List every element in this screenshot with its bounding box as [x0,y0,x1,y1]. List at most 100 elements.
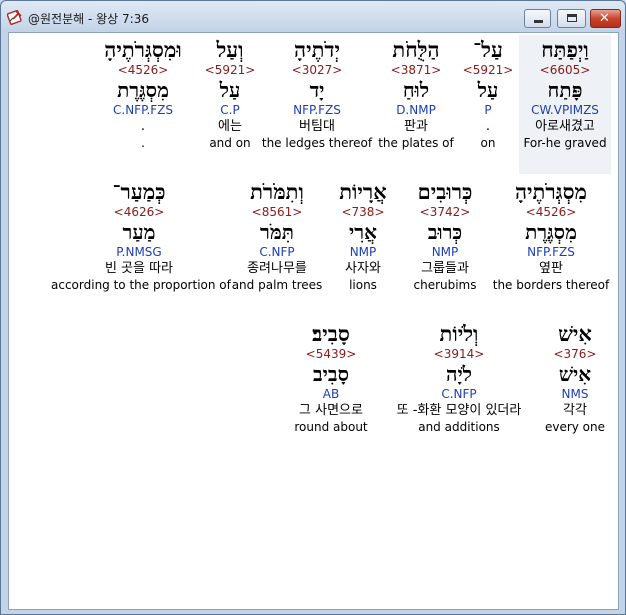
morphology: C.NFP [259,245,295,259]
hebrew-word: וְתִמֹּרֹת [250,179,304,204]
korean-gloss: 버팀대 [299,119,335,134]
korean-gloss: 판과 [404,119,428,134]
korean-gloss: 빈 곳을 따라 [104,261,174,276]
word-1-2[interactable]: עַל־ <5921> עַל P . on [459,37,517,152]
word-1-4[interactable]: יְדֹתֶיהָ <3027> יָד NFP.FZS 버팀대 the led… [261,37,373,152]
morphology: C.NFP [441,387,477,401]
english-gloss: round about [294,420,368,434]
word-3-1[interactable]: אִישׁ <376> אִישׁ NMS 각각 every one [539,321,611,436]
english-gloss: For-he graved [523,136,607,150]
english-gloss: every one [544,420,606,434]
strong-number: <3871> [390,63,442,77]
morphology: P.NMSG [116,245,162,259]
hebrew-word: וּמִסְגְּרֹתֶיהָ [104,37,182,62]
strong-number: <6605> [539,63,591,77]
lemma: עַל [477,78,499,102]
close-icon: ✕ [599,11,610,26]
lemma: אֲרִי [349,220,377,244]
english-gloss: on [480,136,496,150]
morphology: NFP.FZS [293,103,341,117]
word-1-3[interactable]: הַלֻּחֹת <3871> לוּחַ D.NMP 판과 the plate… [376,37,456,152]
strong-number: <4626> [113,205,165,219]
interlinear-panel[interactable]: וַיְפַתַּח <6605> פָּתַח CW.VPIMZS 아로새겼고… [8,32,619,610]
strong-number: <5439> [305,347,357,361]
strong-number: <3027> [291,63,343,77]
strong-number: <738> [341,205,385,219]
morphology: CW.VPIMZS [531,103,599,117]
hebrew-word: כְּמַעַר־ [112,179,166,204]
morphology: D.NMP [396,103,436,117]
word-3-3[interactable]: סָבִיב׃ <5439> סָבִיב AB 그 사면으로 round ab… [283,321,379,436]
word-1-5[interactable]: וְעַל <5921> עַל C.P 에는 and on [202,37,258,152]
hebrew-word: יְדֹתֶיהָ [294,37,340,62]
lemma: תִּמֹּר [260,220,294,244]
english-gloss: the plates of [378,136,454,150]
hebrew-word: עַל־ [473,37,503,62]
korean-gloss: 각각 [563,403,587,418]
app-window: @원전분해 - 왕상 7:36 ✕ וַיְפַתַּח <6605> פָּת… [0,0,626,615]
strong-number: <5921> [204,63,256,77]
lemma: סָבִיב [313,362,349,386]
korean-gloss: 사자와 [345,261,381,276]
strong-number: <4526> [525,205,577,219]
hebrew-word: כְּרוּבִים [417,179,473,204]
word-2-1[interactable]: מִסְגְּרֹתֶיהָ <4526> מִסְגֶּרֶת NFP.FZS… [491,179,611,294]
english-gloss: and on [209,136,251,150]
english-gloss: the borders thereof [492,278,610,292]
lemma: מַעַר [122,220,156,244]
english-gloss: lions [349,278,377,292]
word-2-2[interactable]: כְּרוּבִים <3742> כְּרוּב NMP 그룹들과 cheru… [403,179,487,294]
cross-book-icon [7,10,22,25]
close-button[interactable]: ✕ [590,9,621,28]
minimize-icon [534,20,543,23]
morphology: C.P [220,103,240,117]
korean-gloss: 옆판 [539,261,563,276]
morphology: NMP [349,245,377,259]
lemma: עַל [219,78,241,102]
english-gloss: the ledges thereof [261,136,373,150]
lemma: פָּתַח [547,78,583,102]
korean-gloss: . [140,119,146,134]
korean-gloss: . [485,119,491,134]
strong-number: <5921> [462,63,514,77]
morphology: AB [322,387,340,401]
english-gloss: . [141,136,145,150]
minimize-button[interactable] [524,9,551,28]
korean-gloss: 그 사면으로 [299,403,363,418]
hebrew-word: מִסְגְּרֹתֶיהָ [514,179,588,204]
morphology: NFP.FZS [527,245,575,259]
korean-gloss: 그룹들과 [421,261,469,276]
word-1-6[interactable]: וּמִסְגְּרֹתֶיהָ <4526> מִסְגֶּרֶת C.NFP… [87,37,199,152]
maximize-button[interactable] [557,9,586,28]
strong-number: <4526> [117,63,169,77]
hebrew-word: הַלֻּחֹת [392,37,440,62]
lemma: אִישׁ [558,362,592,386]
maximize-icon [567,14,577,22]
title-bar[interactable]: @원전분해 - 왕상 7:36 ✕ [1,1,625,31]
hebrew-word: וַיְפַתַּח [541,37,589,62]
morphology: C.NFP.FZS [113,103,173,117]
lemma: כְּרוּב [427,220,463,244]
strong-number: <376> [553,347,597,361]
word-3-2[interactable]: וְלֹיוֹת <3914> לֹיָה C.NFP 또 -화환 모양이 있더… [383,321,535,436]
word-2-3[interactable]: אֲרָיוֹת <738> אֲרִי NMP 사자와 lions [327,179,399,294]
hebrew-word: סָבִיב׃ [312,321,350,346]
english-gloss: according to the proportion of [51,278,231,292]
korean-gloss: 종려나무를 [247,261,307,276]
word-2-4[interactable]: וְתִמֹּרֹת <8561> תִּמֹּר C.NFP 종려나무를 an… [231,179,323,294]
strong-number: <3914> [433,347,485,361]
hebrew-word: אִישׁ [558,321,592,346]
strong-number: <3742> [419,205,471,219]
korean-gloss: 또 -화환 모양이 있더라 [396,403,522,418]
word-1-1[interactable]: וַיְפַתַּח <6605> פָּתַח CW.VPIMZS 아로새겼고… [519,35,611,174]
hebrew-word: וְלֹיוֹת [439,321,479,346]
strong-number: <8561> [251,205,303,219]
english-gloss: and palm trees [231,278,323,292]
window-title: @원전분해 - 왕상 7:36 [28,12,149,26]
lemma: לֹיָה [445,362,473,386]
lemma: יָד [309,78,325,102]
morphology: NMP [431,245,459,259]
word-2-5[interactable]: כְּמַעַר־ <4626> מַעַר P.NMSG 빈 곳을 따라 ac… [51,179,231,294]
korean-gloss: 에는 [218,119,242,134]
lemma: לוּחַ [402,78,430,102]
